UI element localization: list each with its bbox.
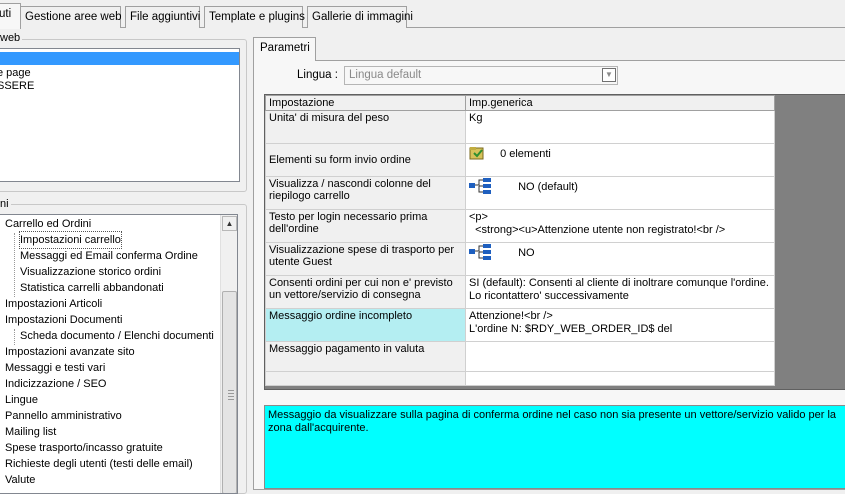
lingua-select-value: Lingua default [349, 69, 422, 81]
row-label: Visualizza / nascondi colonne del riepil… [265, 176, 466, 210]
tree-item[interactable]: Richieste degli utenti (testi delle emai… [5, 456, 193, 472]
aree-web-list[interactable]: e page SSERE [0, 48, 240, 182]
row-value-text: 0 elementi [500, 148, 551, 161]
impostazioni-group-title: ni [0, 198, 11, 210]
row-label: Visualizzazione spese di trasporto per u… [265, 242, 466, 276]
row-value-text: NO [518, 247, 535, 260]
impostazioni-tree[interactable]: Carrello ed Ordini Impostazioni carrello… [0, 214, 238, 494]
tab-label: Parametri [260, 42, 310, 54]
tree-item[interactable]: Mailing list [5, 424, 56, 440]
list-item[interactable] [0, 52, 239, 65]
tab-label: Gallerie di immagini [312, 11, 413, 23]
tree-item[interactable]: Visualizzazione storico ordini [20, 264, 161, 280]
table-row[interactable]: Consenti ordini per cui non e' previsto … [265, 275, 775, 309]
scroll-thumb[interactable] [222, 291, 237, 493]
table-row[interactable]: Unita' di misura del peso Kg [265, 110, 775, 144]
description-box: Messaggio da visualizzare sulla pagina d… [264, 405, 845, 489]
tree-icon[interactable] [469, 178, 493, 197]
tab-contenuti[interactable]: uti [0, 3, 21, 29]
grid-header-impostazione[interactable]: Impostazione [265, 95, 466, 111]
tab-label: Template e plugins [209, 11, 305, 23]
tree-item[interactable]: Messaggi e testi vari [5, 360, 105, 376]
row-label: Elementi su form invio ordine [265, 143, 466, 177]
tab-template-plugins[interactable]: Template e plugins [204, 6, 305, 28]
row-label: Messaggio pagamento in valuta [265, 341, 466, 372]
table-row[interactable]: Testo per login necessario prima dell'or… [265, 209, 775, 243]
row-value-text: Kg [469, 112, 483, 124]
tree-item[interactable]: Pannello amministrativo [5, 408, 122, 424]
grid-header-valore[interactable]: Imp.generica [465, 95, 775, 111]
list-item[interactable]: SSERE [0, 80, 34, 93]
table-row[interactable]: Messaggio pagamento in valuta [265, 341, 775, 372]
lingua-select[interactable]: Lingua default ▼ [344, 66, 618, 85]
parametri-panel: Lingua : Lingua default ▼ Impostazione I… [253, 60, 845, 490]
row-label: Unita' di misura del peso [265, 110, 466, 144]
table-row[interactable]: Messaggio ordine incompleto Attenzione!<… [265, 308, 775, 342]
tab-parametri[interactable]: Parametri [253, 37, 316, 61]
row-value[interactable]: 0 elementi [465, 143, 775, 177]
row-label-selected: Messaggio ordine incompleto [265, 308, 466, 342]
tab-label: uti [0, 8, 12, 20]
list-item[interactable]: e page [0, 67, 31, 80]
row-value[interactable]: SI (default): Consenti al cliente di ino… [465, 275, 775, 309]
row-value[interactable] [465, 341, 775, 372]
tree-item[interactable]: Scheda documento / Elenchi documenti [20, 328, 214, 344]
scroll-up-arrow-icon[interactable]: ▲ [222, 216, 237, 231]
row-value-text: NO (default) [518, 181, 578, 194]
tree-item[interactable]: Impostazioni avanzate sito [5, 344, 135, 360]
settings-grid-area: Impostazione Imp.generica Unita' di misu… [264, 94, 845, 390]
table-row [265, 371, 775, 386]
tree-item[interactable]: Carrello ed Ordini [5, 216, 91, 232]
folder-icon[interactable] [469, 145, 485, 164]
tree-item[interactable]: Spese trasporto/incasso gratuite [5, 440, 163, 456]
tab-gallerie-immagini[interactable]: Gallerie di immagini [307, 6, 413, 28]
row-value[interactable]: Attenzione!<br /> L'ordine N: $RDY_WEB_O… [465, 308, 775, 342]
row-value[interactable]: NO (default) [465, 176, 775, 210]
tree-item[interactable]: Impostazioni Articoli [5, 296, 102, 312]
aree-web-group-title: web [0, 32, 23, 44]
tab-label: Gestione aree web [25, 11, 122, 23]
tree-item[interactable]: Indicizzazione / SEO [5, 376, 107, 392]
tree-item-selected[interactable]: Impostazioni carrello [19, 231, 122, 249]
settings-grid: Impostazione Imp.generica Unita' di misu… [265, 95, 775, 386]
chevron-down-icon[interactable]: ▼ [602, 68, 616, 82]
tab-file-aggiuntivi[interactable]: File aggiuntivi [125, 6, 200, 28]
table-row[interactable]: Visualizzazione spese di trasporto per u… [265, 242, 775, 276]
tab-label: File aggiuntivi [130, 11, 201, 23]
tree-scrollbar[interactable]: ▲ [220, 215, 237, 493]
tree-icon[interactable] [469, 244, 493, 263]
table-row[interactable]: Elementi su form invio ordine 0 elementi [265, 143, 775, 177]
top-tab-bar: uti Gestione aree web File aggiuntivi Te… [0, 0, 845, 29]
row-value[interactable]: <p> <strong><u>Attenzione utente non reg… [465, 209, 775, 243]
tab-gestione-aree-web[interactable]: Gestione aree web [20, 6, 122, 28]
tree-item[interactable]: Lingue [5, 392, 38, 408]
row-value[interactable]: NO [465, 242, 775, 276]
tree-item[interactable]: Impostazioni Documenti [5, 312, 122, 328]
row-label: Consenti ordini per cui non e' previsto … [265, 275, 466, 309]
lingua-label: Lingua : [297, 69, 338, 81]
table-row[interactable]: Visualizza / nascondi colonne del riepil… [265, 176, 775, 210]
tree-item[interactable]: Statistica carrelli abbandonati [20, 280, 164, 296]
row-value[interactable]: Kg [465, 110, 775, 144]
row-label: Testo per login necessario prima dell'or… [265, 209, 466, 243]
tree-item[interactable]: Messaggi ed Email conferma Ordine [20, 248, 198, 264]
